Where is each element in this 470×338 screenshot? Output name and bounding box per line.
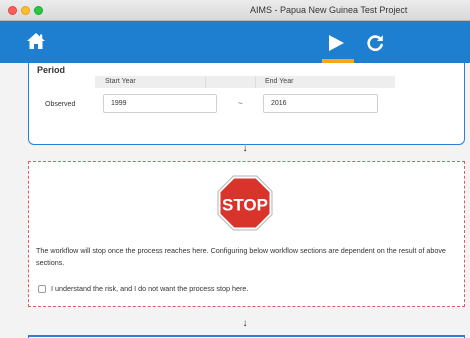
zoom-window-button[interactable] bbox=[34, 6, 43, 15]
minimize-window-button[interactable] bbox=[21, 6, 30, 15]
end-year-header: End Year bbox=[265, 78, 294, 85]
header-divider bbox=[205, 76, 206, 88]
workflow-scroll-area[interactable]: Period Start Year End Year Observed ~ ↓ … bbox=[0, 63, 470, 338]
refresh-icon[interactable] bbox=[366, 34, 384, 52]
header-divider bbox=[255, 76, 256, 88]
year-range-separator: ~ bbox=[238, 99, 243, 108]
flow-arrow-down-icon: ↓ bbox=[242, 143, 248, 154]
stop-sign-text: STOP bbox=[222, 196, 268, 215]
home-icon[interactable] bbox=[26, 32, 46, 50]
top-navbar bbox=[0, 21, 470, 63]
flow-arrow-down-icon: ↓ bbox=[242, 318, 248, 329]
stop-sign-icon: STOP bbox=[217, 175, 273, 231]
continue-risk-option[interactable]: I understand the risk, and I do not want… bbox=[38, 284, 248, 293]
workflow-stop-section: STOP The workflow will stop once the pro… bbox=[28, 161, 465, 307]
risk-checkbox[interactable] bbox=[38, 284, 46, 293]
start-year-header: Start Year bbox=[105, 78, 136, 85]
end-year-input[interactable] bbox=[263, 94, 378, 113]
play-icon[interactable] bbox=[327, 35, 345, 51]
window-title: AIMS - Papua New Guinea Test Project bbox=[250, 5, 408, 15]
close-window-button[interactable] bbox=[8, 6, 17, 15]
period-title: Period bbox=[37, 65, 66, 75]
window-titlebar: AIMS - Papua New Guinea Test Project bbox=[0, 0, 470, 21]
stop-message: The workflow will stop once the process … bbox=[36, 246, 446, 267]
period-table-header: Start Year End Year bbox=[95, 76, 395, 88]
observed-row-label: Observed bbox=[45, 101, 76, 108]
risk-checkbox-label[interactable]: I understand the risk, and I do not want… bbox=[51, 284, 248, 293]
period-section: Period Start Year End Year Observed ~ bbox=[28, 63, 465, 145]
start-year-input[interactable] bbox=[103, 94, 217, 113]
